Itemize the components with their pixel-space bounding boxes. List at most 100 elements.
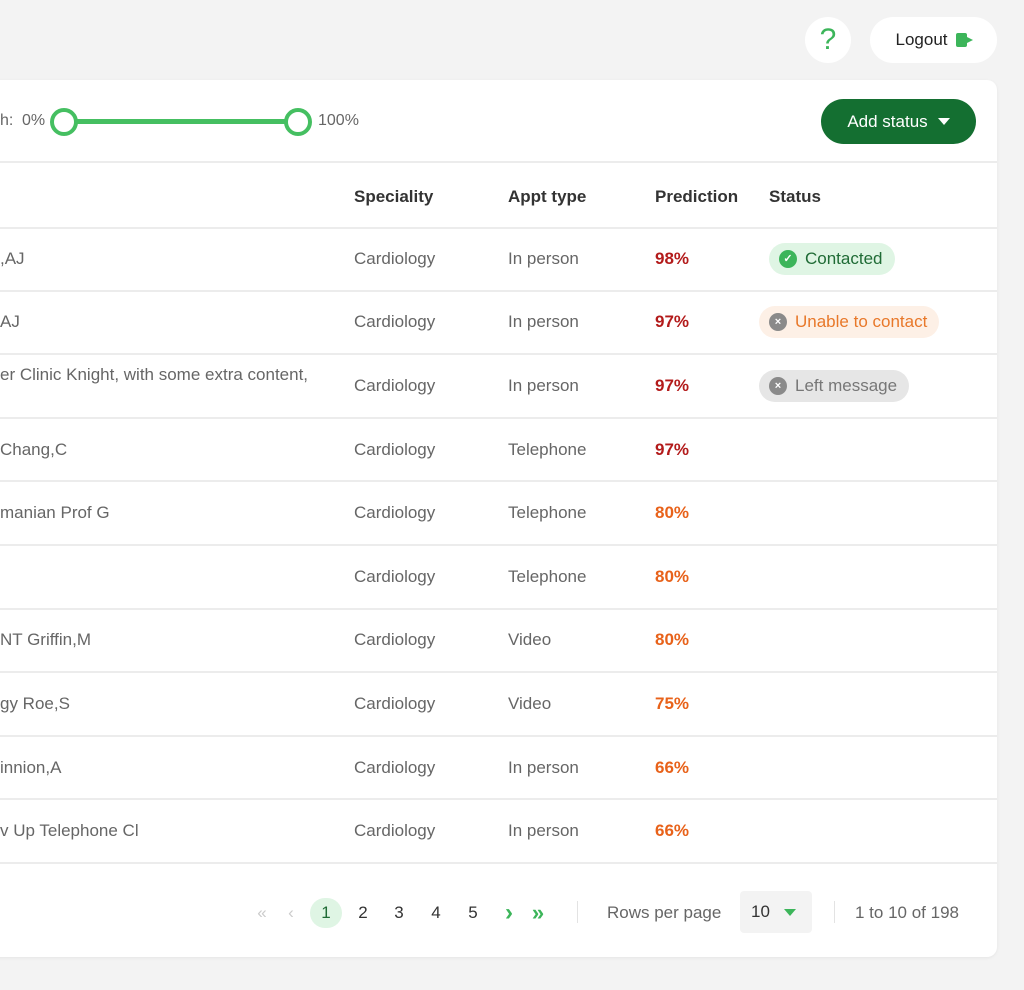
appt-type-cell: In person <box>508 757 579 777</box>
name-cell: v Up Telephone Cl <box>0 821 139 841</box>
appt-type-cell: Telephone <box>508 566 587 586</box>
speciality-cell: Cardiology <box>354 821 436 841</box>
page-2-button[interactable]: 2 <box>352 898 374 928</box>
rows-per-page-value: 10 <box>751 902 770 921</box>
divider <box>577 901 578 923</box>
column-header-prediction[interactable]: Prediction <box>655 187 738 207</box>
logout-icon <box>955 33 973 47</box>
prediction-cell: 97% <box>655 375 690 395</box>
appt-type-cell: In person <box>508 821 579 841</box>
name-cell: Chang,C <box>0 439 68 459</box>
name-cell: manian Prof G <box>0 503 110 523</box>
appt-type-cell: In person <box>508 312 579 332</box>
speciality-cell: Cardiology <box>354 312 436 332</box>
page-number: 4 <box>431 903 441 922</box>
check-circle-icon: ✓ <box>779 249 797 268</box>
speciality-cell: Cardiology <box>354 566 436 586</box>
table-row[interactable]: gy Roe,S Cardiology Video 75% <box>0 673 997 737</box>
speciality-cell: Cardiology <box>354 248 436 268</box>
caret-down-icon <box>937 118 950 125</box>
first-page-button[interactable]: « <box>250 898 274 928</box>
status-badge[interactable]: × Left message <box>759 369 910 402</box>
speciality-cell: Cardiology <box>354 630 436 650</box>
column-header-appt-type[interactable]: Appt type <box>508 187 586 207</box>
table-row[interactable]: AJ Cardiology In person 97% × Unable to co… <box>0 292 997 356</box>
prediction-cell: 97% <box>655 312 690 332</box>
logout-button[interactable]: Logout <box>870 17 997 63</box>
status-cell: × Unable to contact <box>759 292 940 354</box>
status-cell: ✓ Contacted <box>769 228 895 290</box>
double-chevron-left-icon: « <box>257 903 267 922</box>
last-page-button[interactable]: » <box>526 898 550 928</box>
double-chevron-right-icon: » <box>531 900 545 925</box>
page-number: 2 <box>358 903 368 922</box>
help-button[interactable]: ? <box>805 17 851 63</box>
appt-type-cell: In person <box>508 375 579 395</box>
table-row[interactable]: innion,A Cardiology In person 66% <box>0 737 997 801</box>
status-label: Contacted <box>805 248 883 268</box>
appt-type-cell: Telephone <box>508 503 587 523</box>
status-badge[interactable]: × Unable to contact <box>759 306 940 339</box>
appt-type-cell: In person <box>508 248 579 268</box>
table-row[interactable]: er Clinic Knight, with some extra conten… <box>0 355 997 419</box>
prediction-cell: 66% <box>655 757 690 777</box>
speciality-cell: Cardiology <box>354 375 436 395</box>
slider-min-label: 0% <box>22 112 46 129</box>
prediction-cell: 98% <box>655 248 690 268</box>
x-circle-icon: × <box>769 313 787 332</box>
add-status-button[interactable]: Add status <box>821 99 976 144</box>
column-header-speciality[interactable]: Speciality <box>354 187 433 207</box>
page-number: 1 <box>321 903 331 922</box>
status-label: Left message <box>795 375 898 395</box>
prediction-cell: 66% <box>655 821 690 841</box>
add-status-label: Add status <box>847 111 928 131</box>
pagination-range-text: 1 to 10 of 198 <box>855 903 959 922</box>
x-circle-icon: × <box>769 376 787 395</box>
table-row[interactable]: Cardiology Telephone 80% <box>0 546 997 610</box>
divider <box>0 161 997 163</box>
page-3-button[interactable]: 3 <box>388 898 410 928</box>
chevron-right-icon: › <box>505 899 513 926</box>
page-5-button[interactable]: 5 <box>462 898 484 928</box>
speciality-cell: Cardiology <box>354 693 436 713</box>
page-1-button[interactable]: 1 <box>310 898 342 928</box>
page-number: 3 <box>394 903 404 922</box>
next-page-button[interactable]: › <box>499 898 519 928</box>
table-row[interactable]: NT Griffin,M Cardiology Video 80% <box>0 610 997 674</box>
prediction-cell: 75% <box>655 693 690 713</box>
speciality-cell: Cardiology <box>354 439 436 459</box>
status-label: Unable to contact <box>795 312 928 332</box>
table-row[interactable]: Chang,C Cardiology Telephone 97% <box>0 419 997 483</box>
name-cell: innion,A <box>0 757 62 777</box>
appt-type-cell: Telephone <box>508 439 587 459</box>
speciality-cell: Cardiology <box>354 503 436 523</box>
appt-type-cell: Video <box>508 693 552 713</box>
name-cell: NT Griffin,M <box>0 630 91 650</box>
table-row[interactable]: v Up Telephone Cl Cardiology In person 6… <box>0 800 997 864</box>
caret-down-icon <box>783 908 796 916</box>
prediction-range-slider[interactable] <box>64 119 298 124</box>
prediction-cell: 80% <box>655 630 690 650</box>
status-badge[interactable]: ✓ Contacted <box>769 242 895 275</box>
slider-min-handle[interactable] <box>50 108 78 136</box>
name-cell: AJ <box>0 312 20 332</box>
prediction-cell: 97% <box>655 439 690 459</box>
prediction-cell: 80% <box>655 503 690 523</box>
chevron-left-icon: ‹ <box>288 903 294 922</box>
speciality-cell: Cardiology <box>354 757 436 777</box>
table-row[interactable]: manian Prof G Cardiology Telephone 80% <box>0 482 997 546</box>
prev-page-button[interactable]: ‹ <box>281 898 301 928</box>
prediction-cell: 80% <box>655 566 690 586</box>
name-cell: ,AJ <box>0 248 25 268</box>
slider-max-label: 100% <box>318 112 359 129</box>
name-cell: er Clinic Knight, with some extra conten… <box>0 365 309 385</box>
slider-max-handle[interactable] <box>284 108 312 136</box>
appt-type-cell: Video <box>508 630 552 650</box>
table-row[interactable]: ,AJ Cardiology In person 98% ✓ Contacted <box>0 228 997 292</box>
column-header-status[interactable]: Status <box>769 187 821 207</box>
status-cell: × Left message <box>759 355 910 417</box>
logout-label: Logout <box>895 30 948 49</box>
filter-label: h: <box>0 112 14 129</box>
page-4-button[interactable]: 4 <box>425 898 447 928</box>
rows-per-page-select[interactable]: 10 <box>740 891 812 933</box>
